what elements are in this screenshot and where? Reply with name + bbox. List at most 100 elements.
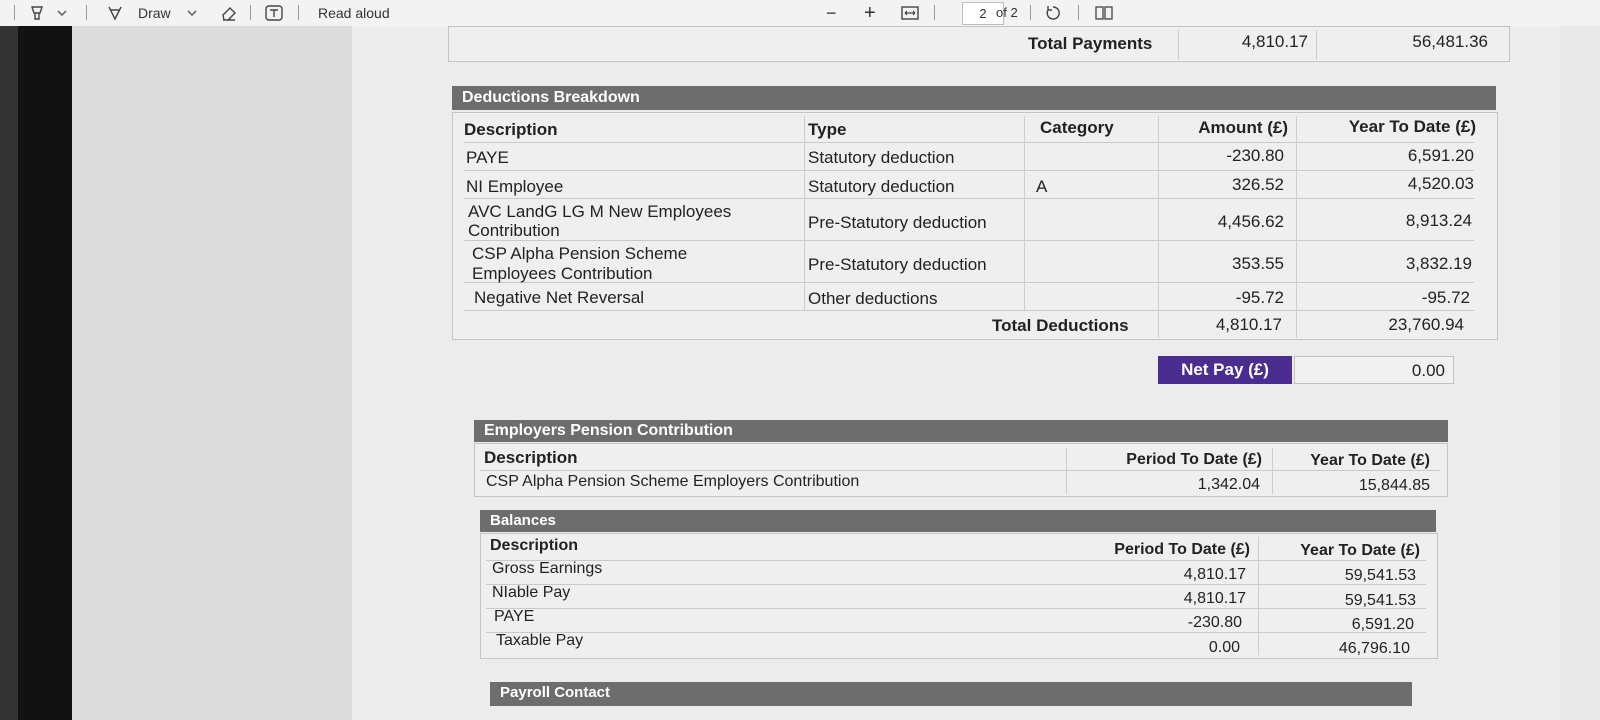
viewer-background (72, 26, 352, 720)
page-view-button[interactable] (1094, 3, 1114, 23)
col-header-period: Period To Date (£) (1126, 451, 1262, 468)
table-cell-ytd: 3,832.19 (1405, 254, 1472, 273)
col-header-amount: Amount (£) (1198, 118, 1288, 137)
row-divider (464, 310, 1474, 311)
total-deductions-amount: 4,810.17 (1215, 315, 1282, 334)
table-cell-period: -230.80 (1187, 614, 1242, 631)
toolbar-divider (298, 5, 299, 20)
col-header-type: Type (808, 120, 847, 139)
col-header-description: Description (484, 448, 578, 467)
col-divider (1272, 448, 1273, 494)
zoom-out-button[interactable]: − (826, 3, 837, 23)
col-header-period: Period To Date (£) (1114, 541, 1250, 558)
table-cell-amount: -95.72 (1235, 288, 1284, 307)
read-aloud-button[interactable]: Read aloud (318, 3, 390, 23)
draw-options-button[interactable] (186, 3, 198, 23)
chevron-down-icon (187, 10, 197, 16)
table-cell-type: Other deductions (808, 289, 938, 308)
chevron-down-icon (57, 10, 67, 16)
draw-label: Draw (138, 5, 171, 21)
highlighter-icon (31, 6, 43, 20)
net-pay-value: 0.00 (1294, 356, 1454, 384)
page-total-label: of 2 (996, 5, 1018, 20)
table-cell-period: 1,342.04 (1197, 476, 1260, 493)
table-cell-ytd: 59,541.53 (1344, 592, 1416, 609)
row-divider (464, 198, 1474, 199)
table-cell-ytd: 15,844.85 (1358, 477, 1430, 494)
table-cell-description: AVC LandG LG M New Employees Contributio… (468, 202, 732, 240)
deductions-section-title: Deductions Breakdown (452, 86, 1496, 110)
screen-bezel (0, 26, 72, 720)
table-cell-description: NI Employee (466, 177, 564, 196)
cell-divider (1316, 30, 1317, 60)
row-divider (464, 240, 1474, 241)
table-cell-amount: 353.55 (1232, 254, 1284, 273)
table-cell-ytd: 4,520.03 (1407, 174, 1474, 193)
read-aloud-label: Read aloud (318, 5, 390, 21)
table-cell-ytd: 8,913.24 (1405, 211, 1472, 230)
table-cell-amount: -230.80 (1226, 146, 1284, 165)
col-divider (1024, 116, 1025, 310)
toolbar-divider (1078, 5, 1079, 20)
table-cell-description: Taxable Pay (496, 632, 584, 649)
net-pay-label: Net Pay (£) (1158, 356, 1292, 384)
col-divider (1158, 116, 1159, 338)
screen-edge (1560, 26, 1600, 720)
table-cell-ytd: 6,591.20 (1407, 146, 1474, 165)
table-cell-type: Statutory deduction (808, 148, 955, 167)
table-cell-period: 4,810.17 (1183, 590, 1246, 607)
employer-pension-section-title: Employers Pension Contribution (474, 420, 1448, 442)
text-box-icon (265, 5, 283, 21)
total-deductions-label: Total Deductions (992, 316, 1129, 335)
row-divider (486, 560, 1426, 561)
highlighter-button[interactable] (28, 3, 46, 23)
table-cell-ytd: 46,796.10 (1338, 640, 1410, 657)
col-header-ytd: Year To Date (£) (1300, 542, 1420, 559)
add-text-button[interactable] (264, 3, 284, 23)
row-divider (464, 142, 1474, 143)
rotate-icon (1046, 6, 1060, 20)
draw-icon (108, 6, 122, 21)
table-cell-description: PAYE (466, 148, 509, 167)
col-divider (1066, 448, 1067, 494)
cell-divider (1178, 30, 1179, 60)
payroll-contact-section-title: Payroll Contact (490, 682, 1412, 706)
toolbar-divider (934, 5, 935, 20)
page-count: of 2 (996, 3, 1018, 23)
col-header-description: Description (490, 537, 579, 554)
rotate-button[interactable] (1044, 3, 1062, 23)
zoom-in-label: + (864, 2, 876, 24)
table-cell-description: CSP Alpha Pension Scheme Employees Contr… (472, 244, 688, 283)
total-payments-ytd: 56,481.36 (1412, 32, 1488, 51)
pdf-toolbar: Draw Read aloud − + 2 of 2 (0, 0, 1600, 27)
table-cell-period: 4,810.17 (1183, 566, 1246, 583)
table-cell-ytd: 59,541.53 (1344, 567, 1416, 584)
total-payments-label: Total Payments (1028, 34, 1153, 53)
table-cell-description: CSP Alpha Pension Scheme Employers Contr… (486, 473, 860, 490)
table-cell-ytd: 6,591.20 (1351, 616, 1414, 633)
highlighter-options-button[interactable] (56, 3, 68, 23)
eraser-icon (222, 7, 236, 21)
table-cell-description: Gross Earnings (492, 560, 603, 577)
table-cell-type: Pre-Statutory deduction (808, 255, 987, 274)
draw-button[interactable]: Draw (106, 3, 171, 23)
table-cell-category: A (1036, 177, 1048, 196)
fit-page-button[interactable] (900, 3, 920, 23)
fit-page-icon (901, 6, 919, 20)
col-divider (1296, 116, 1297, 338)
table-cell-ytd: -95.72 (1421, 288, 1470, 307)
zoom-in-button[interactable]: + (864, 3, 876, 23)
col-header-ytd: Year To Date (£) (1310, 452, 1430, 469)
erase-button[interactable] (220, 3, 238, 23)
total-payments-amount: 4,810.17 (1241, 32, 1308, 51)
toolbar-divider (86, 5, 87, 20)
table-cell-description: NIable Pay (492, 584, 571, 601)
col-divider (1258, 537, 1259, 655)
table-cell-description: Negative Net Reversal (474, 288, 645, 307)
row-divider (480, 470, 1440, 471)
table-cell-type: Pre-Statutory deduction (808, 213, 987, 232)
row-divider (464, 170, 1474, 171)
zoom-out-label: − (826, 3, 837, 23)
page-current: 2 (979, 6, 987, 21)
toolbar-divider (1030, 5, 1031, 20)
